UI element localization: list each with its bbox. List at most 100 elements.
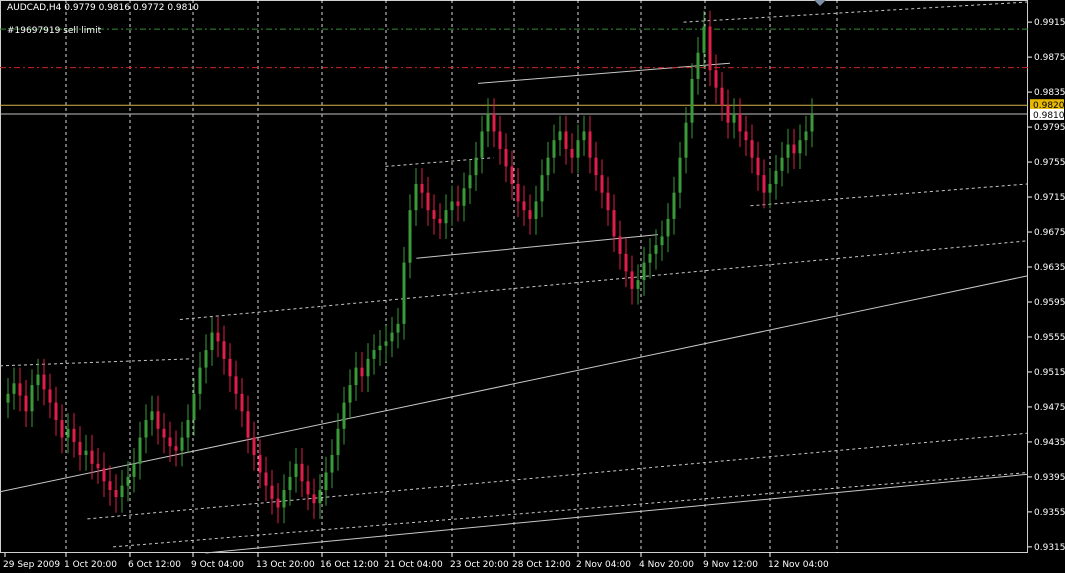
candle-body	[648, 253, 652, 263]
candle-body	[444, 210, 448, 224]
candle-body	[300, 463, 304, 482]
trend-channel-line	[87, 432, 1029, 520]
candle-body	[60, 420, 64, 438]
chart-shift-marker-icon	[814, 0, 826, 6]
candle-body	[36, 374, 40, 386]
price-axis-label: 0.9675	[1034, 228, 1065, 238]
candle-body	[30, 385, 34, 412]
candle-body	[216, 332, 220, 342]
candle-body	[222, 341, 226, 359]
trend-channel-line	[0, 358, 191, 367]
candle-body	[750, 140, 754, 158]
candle-body	[774, 170, 778, 184]
candle-body	[144, 420, 148, 438]
price-axis-label: 0.9715	[1034, 193, 1065, 203]
candle-body	[678, 157, 682, 193]
candle-body	[24, 395, 28, 412]
candle-body	[576, 140, 580, 158]
candle-body	[636, 280, 640, 289]
candle-body	[366, 358, 370, 377]
price-axis-label: 0.9875	[1034, 53, 1065, 63]
time-axis-label: 12 Nov 04:00	[768, 560, 829, 570]
candle-body	[234, 376, 238, 394]
candle-body	[642, 262, 646, 281]
candle-body	[390, 332, 394, 342]
candle-body	[486, 113, 490, 132]
candle-body	[810, 113, 814, 132]
candle-body	[612, 210, 616, 237]
candle-body	[672, 192, 676, 219]
price-axis-label: 0.9315	[1034, 543, 1065, 553]
candle-body	[624, 253, 628, 272]
time-axis-label: 21 Oct 04:00	[384, 560, 443, 570]
trend-channel-line	[416, 234, 658, 259]
candle-body	[660, 236, 664, 246]
time-axis-label: 4 Nov 20:00	[639, 560, 694, 570]
candle-body	[198, 367, 202, 394]
candle-body	[534, 201, 538, 219]
candle-body	[138, 437, 142, 464]
candle-body	[336, 428, 340, 456]
candle-body	[270, 485, 274, 499]
candle-body	[180, 437, 184, 451]
time-axis-label: 16 Oct 12:00	[320, 560, 379, 570]
candle-body	[756, 157, 760, 176]
candle-body	[540, 175, 544, 202]
candle-body	[738, 113, 742, 132]
time-axis-label: 2 Nov 04:00	[576, 560, 631, 570]
price-chart[interactable]: 29 Sep 2009 1 Oct 20:00 6 Oct 12:00 9 Oct 0…	[0, 0, 1065, 573]
candle-body	[324, 472, 328, 491]
time-axis-label: 28 Oct 12:00	[512, 560, 571, 570]
candle-body	[126, 476, 130, 486]
candle-body	[162, 428, 166, 438]
candle-body	[720, 87, 724, 106]
candle-body	[72, 428, 76, 442]
candle-body	[570, 148, 574, 158]
candle-body	[798, 140, 802, 154]
candle-body	[96, 463, 100, 469]
candle-body	[666, 218, 670, 237]
candle-body	[330, 455, 334, 473]
candle-body	[42, 374, 46, 390]
candle-body	[600, 175, 604, 193]
candle-body	[726, 105, 730, 123]
candle-body	[120, 485, 124, 498]
candle-body	[564, 131, 568, 149]
candle-body	[186, 420, 190, 438]
candle-body	[552, 140, 556, 158]
candle-body	[312, 494, 316, 504]
candle-body	[408, 210, 412, 263]
candle-body	[402, 262, 406, 324]
time-axis-label: 23 Oct 20:00	[450, 560, 509, 570]
current-price-label: 0.9810	[1033, 111, 1065, 121]
candle-body	[168, 437, 172, 447]
candle-body	[264, 472, 268, 486]
candle-body	[690, 78, 694, 123]
time-axis-label: 29 Sep 2009	[3, 560, 60, 570]
candle-body	[282, 490, 286, 508]
candle-body	[498, 131, 502, 149]
candle-body	[384, 341, 388, 346]
candle-body	[354, 367, 358, 386]
candle-body	[630, 271, 634, 289]
candle-body	[78, 441, 82, 456]
candle-body	[360, 367, 364, 377]
symbol-header: AUDCAD,H4 0.9779 0.9816 0.9772 0.9810	[7, 3, 199, 13]
candle-body	[204, 350, 208, 368]
candle-body	[588, 131, 592, 158]
time-axis-label: 13 Oct 20:00	[256, 560, 315, 570]
time-axis-label: 1 Oct 20:00	[64, 560, 117, 570]
candle-body	[66, 428, 70, 438]
trend-channel-line	[205, 473, 1029, 554]
candle-body	[516, 183, 520, 202]
candle-body	[276, 498, 280, 508]
candle-body	[6, 393, 10, 403]
price-axis-label: 0.9515	[1034, 368, 1065, 378]
candle-body	[150, 411, 154, 421]
candle-body	[780, 157, 784, 171]
candle-body	[594, 157, 598, 176]
candle-body	[528, 210, 532, 219]
candle-body	[522, 201, 526, 211]
chart-window[interactable]: 29 Sep 2009 1 Oct 20:00 6 Oct 12:00 9 Oct 0…	[0, 0, 1065, 573]
trend-channel-line	[179, 240, 1029, 320]
